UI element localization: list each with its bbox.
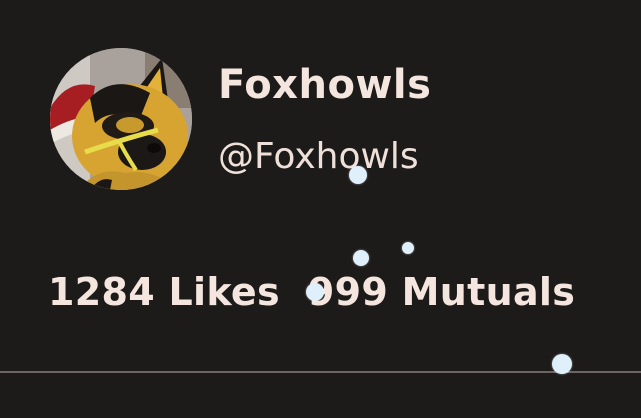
mutuals-label: Mutuals (401, 270, 576, 314)
handle: @Foxhowls (218, 136, 419, 177)
divider (0, 371, 641, 373)
mutuals-stat[interactable]: 999 Mutuals (308, 270, 575, 314)
snow-dot (349, 166, 367, 184)
profile-card: Foxhowls @Foxhowls 1284 Likes 999 Mutuals (0, 0, 641, 418)
snow-dot (353, 250, 369, 266)
display-name: Foxhowls (218, 62, 432, 108)
avatar[interactable] (50, 48, 192, 190)
likes-count: 1284 (48, 270, 155, 314)
snow-dot (306, 283, 324, 301)
snow-dot (402, 242, 414, 254)
likes-stat[interactable]: 1284 Likes (48, 270, 280, 314)
fox-fursuit-avatar-icon (50, 48, 192, 190)
snow-dot (552, 354, 572, 374)
likes-label: Likes (168, 270, 280, 314)
